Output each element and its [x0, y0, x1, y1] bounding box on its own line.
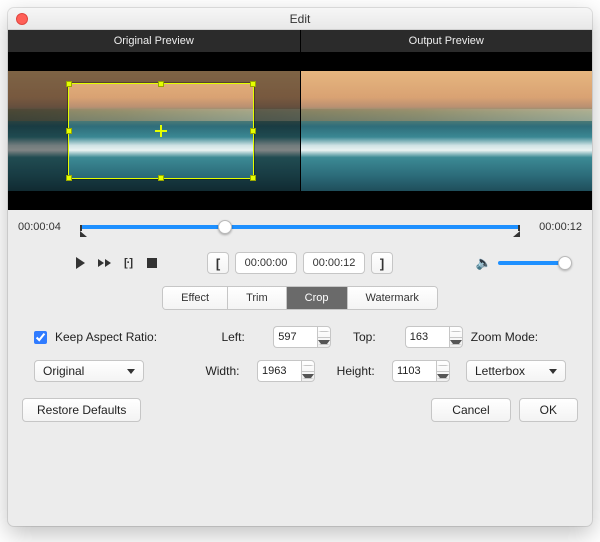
preview-area: [8, 52, 592, 210]
width-step-buttons[interactable]: [301, 360, 315, 382]
crop-rectangle[interactable]: [68, 83, 254, 179]
ok-button[interactable]: OK: [519, 398, 578, 422]
in-marker[interactable]: [80, 231, 87, 237]
chevron-down-icon: [549, 369, 557, 374]
output-preview-pane: [301, 52, 593, 210]
crop-form: Keep Aspect Ratio: Left: Top: Zoom Mode:…: [8, 320, 592, 388]
crop-center-icon: [155, 125, 167, 137]
zoom-mode-dropdown[interactable]: Letterbox: [466, 360, 566, 382]
height-step-buttons[interactable]: [436, 360, 450, 382]
top-stepper: [405, 326, 463, 348]
top-step-buttons[interactable]: [449, 326, 463, 348]
set-out-button[interactable]: ]: [371, 252, 393, 274]
original-thumbnail: [8, 71, 300, 191]
timeline-scrubber[interactable]: [80, 217, 520, 237]
cancel-button[interactable]: Cancel: [431, 398, 510, 422]
out-marker[interactable]: [513, 231, 520, 237]
output-thumbnail: [301, 71, 593, 191]
left-step-buttons[interactable]: [317, 326, 331, 348]
crop-handle-br[interactable]: [250, 175, 256, 181]
titlebar: Edit: [8, 8, 592, 30]
height-label: Height:: [337, 364, 384, 378]
volume-icon: 🔈: [476, 255, 492, 271]
zoom-mode-value: Letterbox: [475, 364, 525, 378]
tabs-row: Effect Trim Crop Watermark: [8, 282, 592, 320]
end-time: 00:00:12: [528, 221, 582, 233]
set-in-button[interactable]: [: [207, 252, 229, 274]
crop-handle-tl[interactable]: [66, 81, 72, 87]
crop-handle-bl[interactable]: [66, 175, 72, 181]
crop-handle-tm[interactable]: [158, 81, 164, 87]
keep-aspect-label: Keep Aspect Ratio:: [55, 330, 169, 344]
tab-trim[interactable]: Trim: [228, 287, 287, 309]
preview-header-row: Original Preview Output Preview: [8, 30, 592, 52]
tab-crop[interactable]: Crop: [287, 287, 348, 309]
width-stepper: [257, 360, 315, 382]
footer: Restore Defaults Cancel OK: [8, 388, 592, 434]
chevron-down-icon: [127, 369, 135, 374]
stop-button[interactable]: [144, 255, 160, 271]
current-time: 00:00:04: [18, 221, 72, 233]
height-input[interactable]: [392, 360, 436, 382]
zoom-mode-label: Zoom Mode:: [471, 330, 566, 344]
left-stepper: [273, 326, 331, 348]
output-preview-label: Output Preview: [301, 30, 593, 52]
out-time-field[interactable]: 00:00:12: [303, 252, 365, 274]
width-label: Width:: [205, 364, 249, 378]
height-stepper: [392, 360, 450, 382]
play-button[interactable]: [72, 255, 88, 271]
edit-window: Edit Original Preview Output Preview: [8, 8, 592, 526]
playhead[interactable]: [218, 220, 232, 234]
crop-handle-mr[interactable]: [250, 128, 256, 134]
top-label: Top:: [353, 330, 397, 344]
aspect-dropdown[interactable]: Original: [34, 360, 144, 382]
volume-slider[interactable]: [498, 261, 568, 265]
fast-forward-button[interactable]: [96, 255, 112, 271]
window-title: Edit: [290, 12, 311, 26]
crop-handle-bm[interactable]: [158, 175, 164, 181]
left-input[interactable]: [273, 326, 317, 348]
original-preview-label: Original Preview: [8, 30, 301, 52]
step-button[interactable]: [·]: [120, 255, 136, 271]
restore-defaults-button[interactable]: Restore Defaults: [22, 398, 141, 422]
in-time-field[interactable]: 00:00:00: [235, 252, 297, 274]
keep-aspect-checkbox[interactable]: [34, 331, 47, 344]
crop-handle-ml[interactable]: [66, 128, 72, 134]
aspect-dropdown-value: Original: [43, 364, 84, 378]
transport-row: [·] [ 00:00:00 00:00:12 ] 🔈: [8, 244, 592, 282]
fast-forward-icon: [98, 259, 111, 267]
scrub-row: 00:00:04 00:00:12: [8, 210, 592, 244]
volume-thumb[interactable]: [558, 256, 572, 270]
left-label: Left:: [221, 330, 265, 344]
close-window-button[interactable]: [16, 13, 28, 25]
top-input[interactable]: [405, 326, 449, 348]
play-icon: [76, 257, 85, 269]
tab-segmented-control: Effect Trim Crop Watermark: [162, 286, 438, 310]
width-input[interactable]: [257, 360, 301, 382]
stop-icon: [147, 258, 157, 268]
tab-effect[interactable]: Effect: [163, 287, 228, 309]
crop-handle-tr[interactable]: [250, 81, 256, 87]
tab-watermark[interactable]: Watermark: [348, 287, 437, 309]
original-preview-pane[interactable]: [8, 52, 301, 210]
